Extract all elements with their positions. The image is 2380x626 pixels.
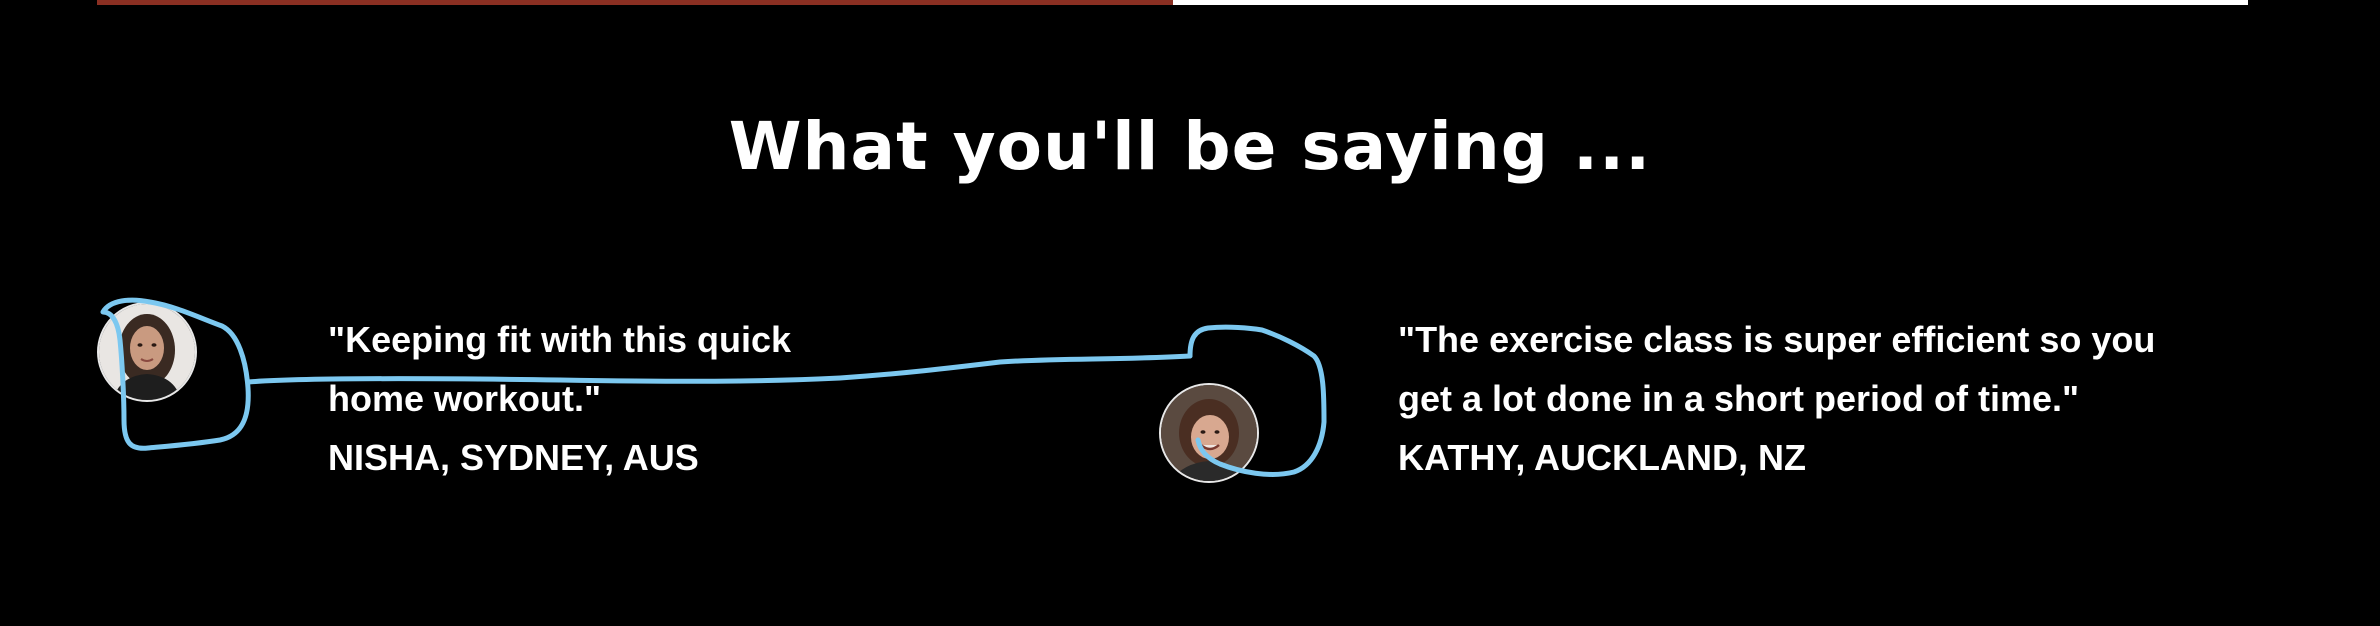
testimonial-author: KATHY, AUCKLAND, NZ — [1398, 437, 1806, 478]
woman-smiling-portrait-icon — [1161, 385, 1257, 481]
section-title: What you'll be saying ... — [728, 108, 1652, 185]
progress-bar-fill — [97, 0, 1173, 5]
testimonial-card-1: "Keeping fit with this quick home workou… — [328, 310, 848, 487]
avatar-nisha — [97, 302, 197, 402]
woman-portrait-icon — [99, 304, 195, 400]
testimonial-author: NISHA, SYDNEY, AUS — [328, 437, 699, 478]
testimonials-page: What you'll be saying ... "Keeping fit w… — [0, 0, 2380, 626]
testimonial-quote: "The exercise class is super efficient s… — [1398, 319, 2156, 419]
avatar-kathy — [1159, 383, 1259, 483]
progress-bar — [97, 0, 2248, 5]
testimonial-quote: "Keeping fit with this quick home workou… — [328, 319, 792, 419]
testimonial-card-2: "The exercise class is super efficient s… — [1398, 310, 2178, 487]
